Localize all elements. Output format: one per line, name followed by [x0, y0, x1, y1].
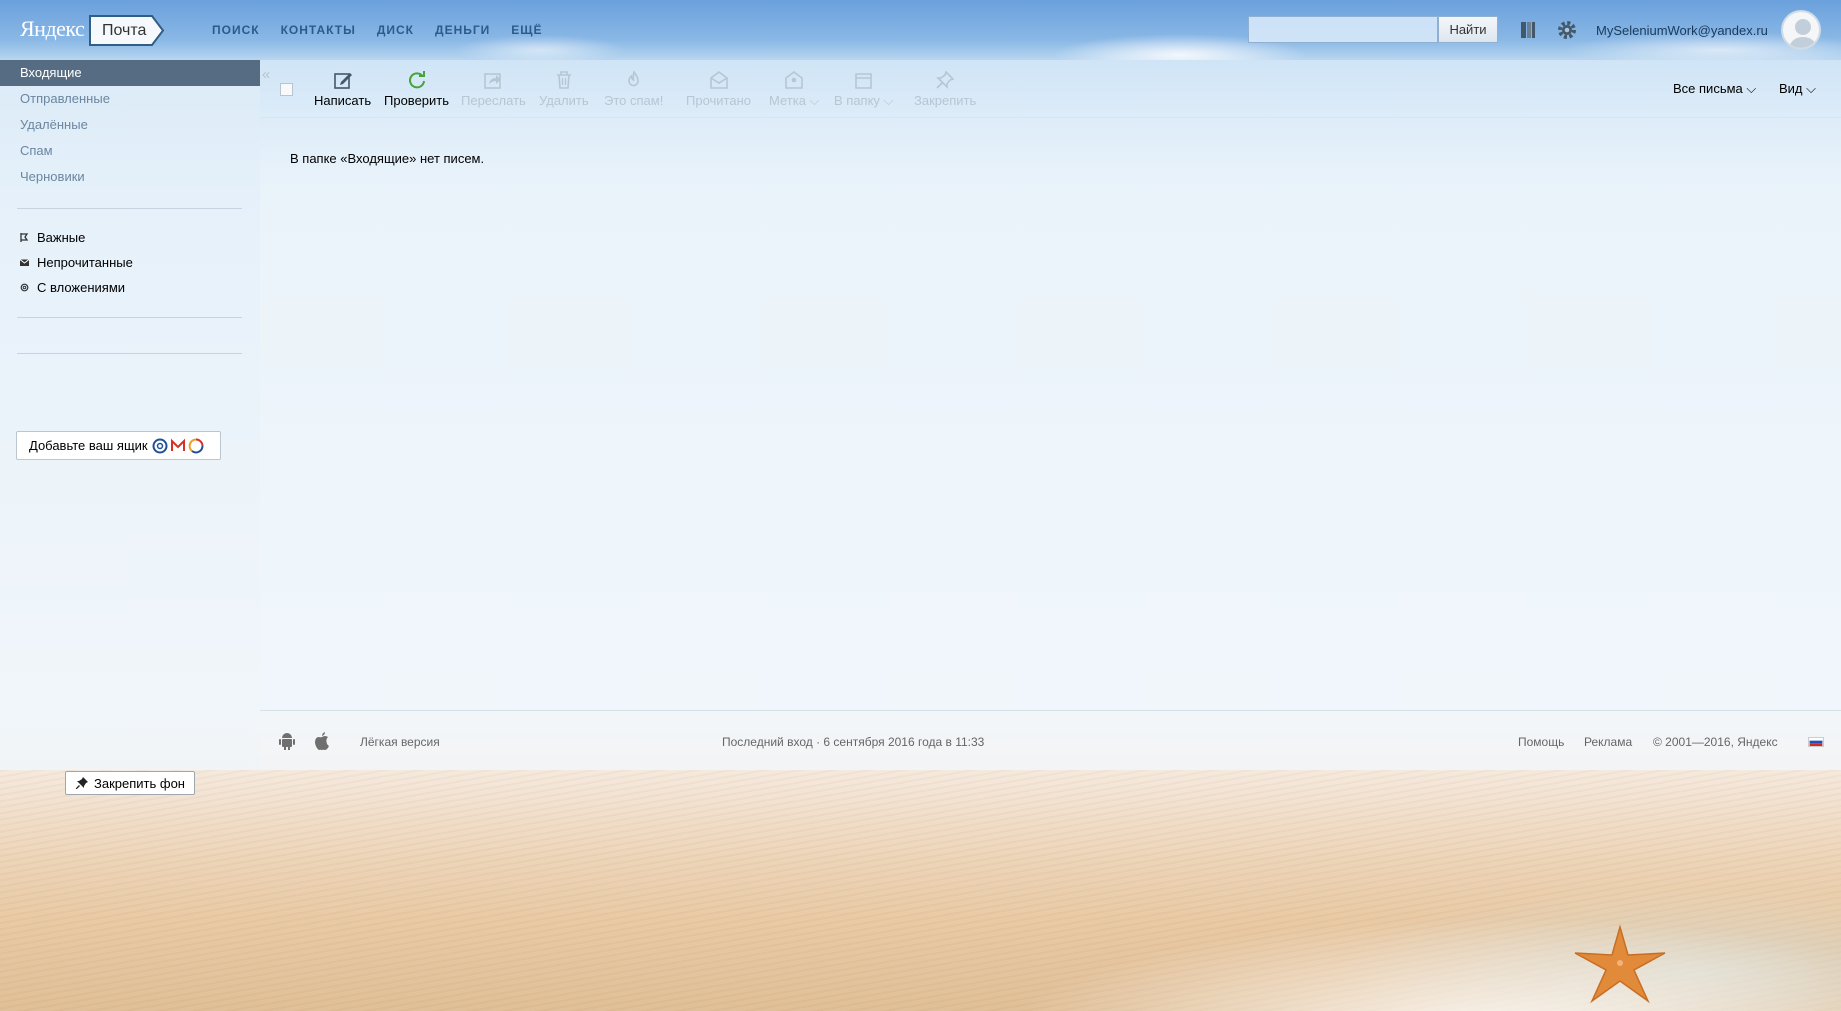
- delete-button[interactable]: Удалить: [539, 70, 589, 108]
- folder-drafts[interactable]: Черновики: [0, 164, 260, 190]
- ads-link[interactable]: Реклама: [1584, 735, 1632, 749]
- important-flag-icon: [20, 233, 29, 242]
- chevron-down-icon: ⌵: [805, 93, 820, 108]
- themes-icon[interactable]: [1517, 19, 1539, 41]
- nav-search[interactable]: ПОИСК: [212, 23, 260, 37]
- android-icon[interactable]: [278, 731, 296, 751]
- pin-background-button[interactable]: Закрепить фон: [65, 771, 195, 795]
- nav-money[interactable]: ДЕНЬГИ: [435, 23, 490, 37]
- filter-important[interactable]: Важные: [20, 230, 85, 245]
- mail-providers-icons: [152, 438, 204, 453]
- forward-button[interactable]: Переслать: [461, 70, 526, 108]
- envelope-icon: [20, 259, 29, 266]
- mark-read-button[interactable]: Прочитано: [686, 70, 751, 108]
- russia-flag-icon[interactable]: [1808, 737, 1824, 747]
- sidebar: Входящие Отправленные Удалённые Спам Чер…: [0, 60, 260, 795]
- user-avatar[interactable]: [1781, 10, 1821, 50]
- service-label: Почта: [102, 22, 147, 39]
- chevron-down-icon: ⌵: [1802, 81, 1816, 96]
- chevron-down-icon: ⌵: [1742, 81, 1757, 96]
- compose-label: Написать: [314, 93, 372, 108]
- label-dropdown[interactable]: Метка ⌵: [769, 70, 819, 109]
- search-input[interactable]: [1248, 16, 1438, 43]
- nav-more[interactable]: ЕЩЁ: [511, 23, 542, 37]
- pin-background-label: Закрепить фон: [94, 775, 185, 791]
- footer: Лёгкая версия Последний вход · 6 сентябр…: [260, 710, 1841, 770]
- beach-background: [0, 770, 1841, 1011]
- main-content: Написать Проверить Переслать Удалить Это…: [260, 60, 1841, 710]
- label-label: Метка: [769, 93, 806, 108]
- folder-spam[interactable]: Спам: [0, 138, 260, 164]
- add-mailbox-button[interactable]: Добавьте ваш ящик: [16, 431, 221, 460]
- filter-unread[interactable]: Непрочитанные: [20, 255, 133, 270]
- compose-button[interactable]: Написать: [314, 70, 371, 108]
- open-envelope-icon: [709, 71, 728, 89]
- move-to-folder-label: В папку: [834, 93, 880, 108]
- copyright: © 2001—2016, Яндекс: [1653, 735, 1778, 749]
- starfish-image: [1574, 925, 1666, 1004]
- filter-label: С вложениями: [37, 280, 126, 295]
- forward-label: Переслать: [461, 93, 526, 108]
- check-mail-button[interactable]: Проверить: [384, 70, 449, 108]
- help-link[interactable]: Помощь: [1518, 735, 1564, 749]
- view-label: Вид: [1779, 81, 1803, 96]
- search-button[interactable]: Найти: [1438, 16, 1498, 43]
- pin-label: Закрепить: [914, 93, 977, 108]
- sidebar-divider: [17, 317, 242, 318]
- chevron-down-icon: ⌵: [879, 93, 894, 108]
- spam-fire-icon: [627, 70, 639, 87]
- check-mail-label: Проверить: [384, 93, 450, 108]
- filter-label: Важные: [37, 230, 86, 245]
- yandex-logo[interactable]: Яндекс: [20, 16, 85, 42]
- sidebar-divider: [17, 208, 242, 209]
- compose-pencil-icon: [333, 73, 352, 89]
- header: Яндекс Почта ПОИСК КОНТАКТЫ ДИСК ДЕНЬГИ …: [0, 0, 1841, 60]
- sidebar-divider: [17, 353, 242, 354]
- folder-sent[interactable]: Отправленные: [0, 86, 260, 112]
- view-dropdown[interactable]: Вид ⌵: [1779, 81, 1816, 97]
- apple-icon[interactable]: [313, 731, 331, 751]
- spam-label: Это спам!: [604, 93, 664, 108]
- select-all-checkbox[interactable]: [280, 83, 293, 96]
- spam-button[interactable]: Это спам!: [604, 70, 663, 108]
- light-version-link[interactable]: Лёгкая версия: [360, 735, 440, 749]
- nav-contacts[interactable]: КОНТАКТЫ: [281, 23, 356, 37]
- delete-label: Удалить: [539, 93, 589, 108]
- top-navigation: ПОИСК КОНТАКТЫ ДИСК ДЕНЬГИ ЕЩЁ: [212, 23, 543, 37]
- folder-icon: [854, 73, 872, 89]
- last-login-info: Последний вход · 6 сентября 2016 года в …: [722, 735, 985, 749]
- nav-disk[interactable]: ДИСК: [377, 23, 414, 37]
- pin-button[interactable]: Закрепить: [914, 70, 976, 108]
- all-letters-label: Все письма: [1673, 81, 1743, 96]
- move-to-folder-dropdown[interactable]: В папку ⌵: [834, 70, 893, 109]
- filter-label: Непрочитанные: [37, 255, 133, 270]
- add-mailbox-label: Добавьте ваш ящик: [29, 438, 148, 453]
- paperclip-icon: [20, 283, 29, 292]
- tag-icon: [785, 71, 804, 89]
- mail-service-tab[interactable]: Почта: [88, 14, 166, 47]
- filter-attachments[interactable]: С вложениями: [20, 280, 125, 295]
- folder-deleted[interactable]: Удалённые: [0, 112, 260, 138]
- folder-inbox[interactable]: Входящие: [0, 60, 260, 86]
- all-letters-dropdown[interactable]: Все письма ⌵: [1673, 81, 1756, 97]
- forward-icon: [484, 73, 502, 89]
- user-email[interactable]: MySeleniumWork@yandex.ru: [1596, 23, 1768, 38]
- settings-gear-icon[interactable]: [1556, 19, 1578, 41]
- user-silhouette-icon: [1788, 19, 1818, 48]
- mail-toolbar: Написать Проверить Переслать Удалить Это…: [260, 60, 1841, 118]
- pin-icon: [936, 70, 955, 89]
- pushpin-icon: [76, 777, 88, 789]
- trash-icon: [556, 71, 571, 89]
- empty-folder-message: В папке «Входящие» нет писем.: [290, 151, 485, 166]
- mark-read-label: Прочитано: [686, 93, 751, 108]
- refresh-icon: [408, 71, 425, 89]
